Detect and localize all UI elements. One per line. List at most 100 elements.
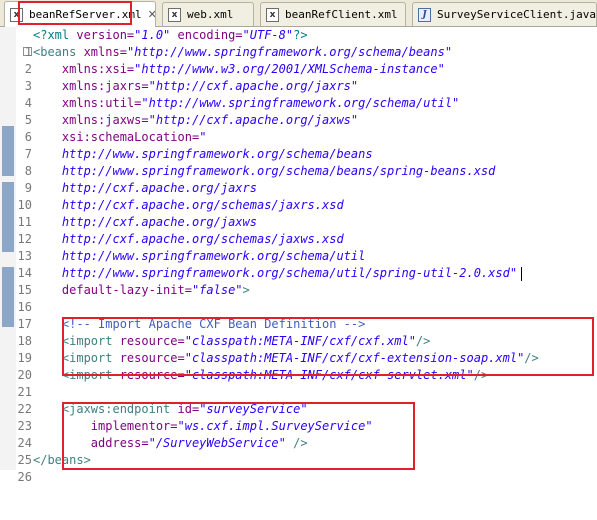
code-token: "ws.cxf.impl.SurveyService" xyxy=(177,419,373,433)
code-token: > xyxy=(242,283,250,297)
code-token: http://www.springframework.org/schema/be… xyxy=(61,147,373,161)
code-token: xmlns= xyxy=(83,45,127,59)
code-token: <import xyxy=(61,351,120,365)
code-token: "classpath:META-INF/cxf/cxf-extension-so… xyxy=(184,351,525,365)
code-line: 25 address="/SurveyWebService" /> xyxy=(0,435,597,467)
code-token: http://cxf.apache.org/jaxws xyxy=(61,215,257,229)
code-line: 16 default-lazy-init="false"> xyxy=(0,282,597,314)
tab-beanrefserver-xml[interactable]: x beanRefServer.xml ✕ xyxy=(4,1,156,27)
tab-label: beanRefClient.xml xyxy=(285,8,398,21)
code-line: 5 xmlns:util="http://www.springframework… xyxy=(0,95,597,127)
close-icon[interactable]: ✕ xyxy=(148,8,155,21)
code-token: resource= xyxy=(119,351,185,365)
code-text: xmlns:util="http://www.springframework.o… xyxy=(33,95,459,112)
tab-beanrefclient-xml[interactable]: x beanRefClient.xml xyxy=(260,2,406,26)
code-token: "http://cxf.apache.org/jaxws" xyxy=(148,113,359,127)
code-text: http://cxf.apache.org/jaxws xyxy=(33,214,257,231)
code-token: "classpath:META-INF/cxf/cxf.xml" xyxy=(184,334,416,348)
code-token: id= xyxy=(177,402,200,416)
code-token: /> xyxy=(415,334,431,348)
code-line: 7 xsi:schemaLocation=" xyxy=(0,129,597,161)
code-token: "1.0" xyxy=(134,28,171,42)
code-token: "classpath:META-INF/cxf/cxf-servlet.xml" xyxy=(184,368,474,382)
code-text: </beans> xyxy=(33,452,91,469)
code-line: 14 http://www.springframework.org/schema… xyxy=(0,248,597,280)
code-token: /> xyxy=(473,368,489,382)
code-token: "http://cxf.apache.org/jaxrs" xyxy=(148,79,359,93)
code-line: 13 http://cxf.apache.org/schemas/jaxws.x… xyxy=(0,231,597,263)
code-token: </beans> xyxy=(33,453,91,467)
code-text: <beans xmlns="http://www.springframework… xyxy=(33,44,452,61)
code-text: <!-- Import Apache CXF Bean Definition -… xyxy=(33,316,365,333)
code-line: 3 xmlns:xsi="http://www.w3.org/2001/XMLS… xyxy=(0,61,597,93)
code-token: <import xyxy=(61,368,120,382)
code-text: xsi:schemaLocation=" xyxy=(33,129,207,146)
code-token: encoding= xyxy=(170,28,243,42)
code-line: 21 <import resource="classpath:META-INF/… xyxy=(0,367,597,399)
code-text: <import resource="classpath:META-INF/cxf… xyxy=(33,367,488,384)
tab-label: web.xml xyxy=(187,8,234,21)
code-line: 26 </beans> xyxy=(0,452,597,484)
code-line: 10 http://cxf.apache.org/jaxrs xyxy=(0,180,597,212)
tab-surveyserviceclient-java[interactable]: J SurveyServiceClient.java xyxy=(412,2,597,26)
code-line: 2 <beans xmlns="http://www.springframewo… xyxy=(0,44,597,76)
tab-label: SurveyServiceClient.java xyxy=(437,8,596,21)
code-text: xmlns:jaxws="http://cxf.apache.org/jaxws… xyxy=(33,112,358,129)
code-line: 20 <import resource="classpath:META-INF/… xyxy=(0,350,597,382)
code-token: /> xyxy=(285,436,308,450)
code-text: http://www.springframework.org/schema/be… xyxy=(33,146,373,163)
code-token: version= xyxy=(76,28,135,42)
code-token: http://www.springframework.org/schema/ut… xyxy=(61,266,518,280)
code-token: xmlns:jaxrs= xyxy=(61,79,149,93)
code-token: "UTF-8" xyxy=(242,28,294,42)
text-caret xyxy=(521,266,523,281)
xml-source-editor[interactable]: 1 <?xml version="1.0" encoding="UTF-8"?>… xyxy=(0,27,597,484)
code-text: <?xml version="1.0" encoding="UTF-8"?> xyxy=(33,27,308,44)
code-token: <?xml xyxy=(33,28,77,42)
code-token: address= xyxy=(90,436,149,450)
code-line: 9 http://www.springframework.org/schema/… xyxy=(0,163,597,195)
code-token: http://www.springframework.org/schema/be… xyxy=(61,164,496,178)
code-text: xmlns:jaxrs="http://cxf.apache.org/jaxrs… xyxy=(33,78,358,95)
code-token: <jaxws:endpoint xyxy=(61,402,178,416)
code-line: 1 <?xml version="1.0" encoding="UTF-8"?> xyxy=(0,27,597,59)
code-text: <jaxws:endpoint id="surveyService" xyxy=(33,401,308,418)
code-line: 12 http://cxf.apache.org/jaxws xyxy=(0,214,597,246)
code-line: 18 <!-- Import Apache CXF Bean Definitio… xyxy=(0,316,597,348)
code-token: "http://www.springframework.org/schema/u… xyxy=(141,96,460,110)
code-line: 23 <jaxws:endpoint id="surveyService" xyxy=(0,401,597,433)
tab-web-xml[interactable]: x web.xml xyxy=(162,2,254,26)
xml-file-icon: x xyxy=(168,7,181,22)
java-file-icon: J xyxy=(418,7,431,22)
code-token: http://cxf.apache.org/jaxrs xyxy=(61,181,257,195)
code-token: "/SurveyWebService" xyxy=(148,436,286,450)
code-text: http://www.springframework.org/schema/ut… xyxy=(33,248,365,265)
code-token: xmlns:jaxws= xyxy=(61,113,149,127)
code-token: implementor= xyxy=(90,419,178,433)
code-token: "surveyService" xyxy=(199,402,308,416)
code-text: http://www.springframework.org/schema/ut… xyxy=(33,265,523,282)
code-line: 11 http://cxf.apache.org/schemas/jaxrs.x… xyxy=(0,197,597,229)
code-token: xsi:schemaLocation= xyxy=(61,130,200,144)
code-text: http://cxf.apache.org/jaxrs xyxy=(33,180,257,197)
code-token: "http://www.springframework.org/schema/b… xyxy=(126,45,453,59)
code-line: 15 http://www.springframework.org/schema… xyxy=(0,265,597,297)
